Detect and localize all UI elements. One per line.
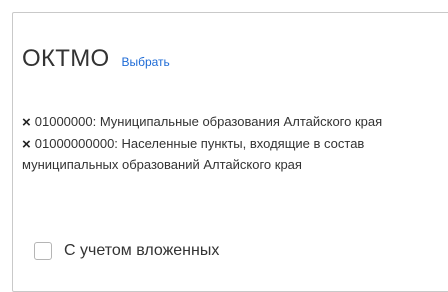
oktmo-header: ОКТМО Выбрать: [22, 45, 170, 73]
close-icon[interactable]: ×: [22, 113, 31, 133]
include-nested-checkbox[interactable]: [34, 242, 52, 260]
include-nested-label[interactable]: С учетом вложенных: [64, 242, 219, 260]
select-link[interactable]: Выбрать: [121, 55, 169, 69]
oktmo-title: ОКТМО: [22, 45, 110, 72]
selected-item: × 01000000000: Населенные пункты, входящи…: [22, 134, 422, 175]
selected-items-list: × 01000000: Муниципальные образования Алт…: [22, 112, 422, 176]
close-icon[interactable]: ×: [22, 135, 31, 155]
nested-option: С учетом вложенных: [34, 242, 219, 260]
selected-item-text: 01000000: Муниципальные образования Алта…: [34, 114, 383, 129]
selected-item-text: 01000000000: Населенные пункты, входящие…: [22, 136, 365, 172]
selected-item: × 01000000: Муниципальные образования Алт…: [22, 112, 422, 133]
